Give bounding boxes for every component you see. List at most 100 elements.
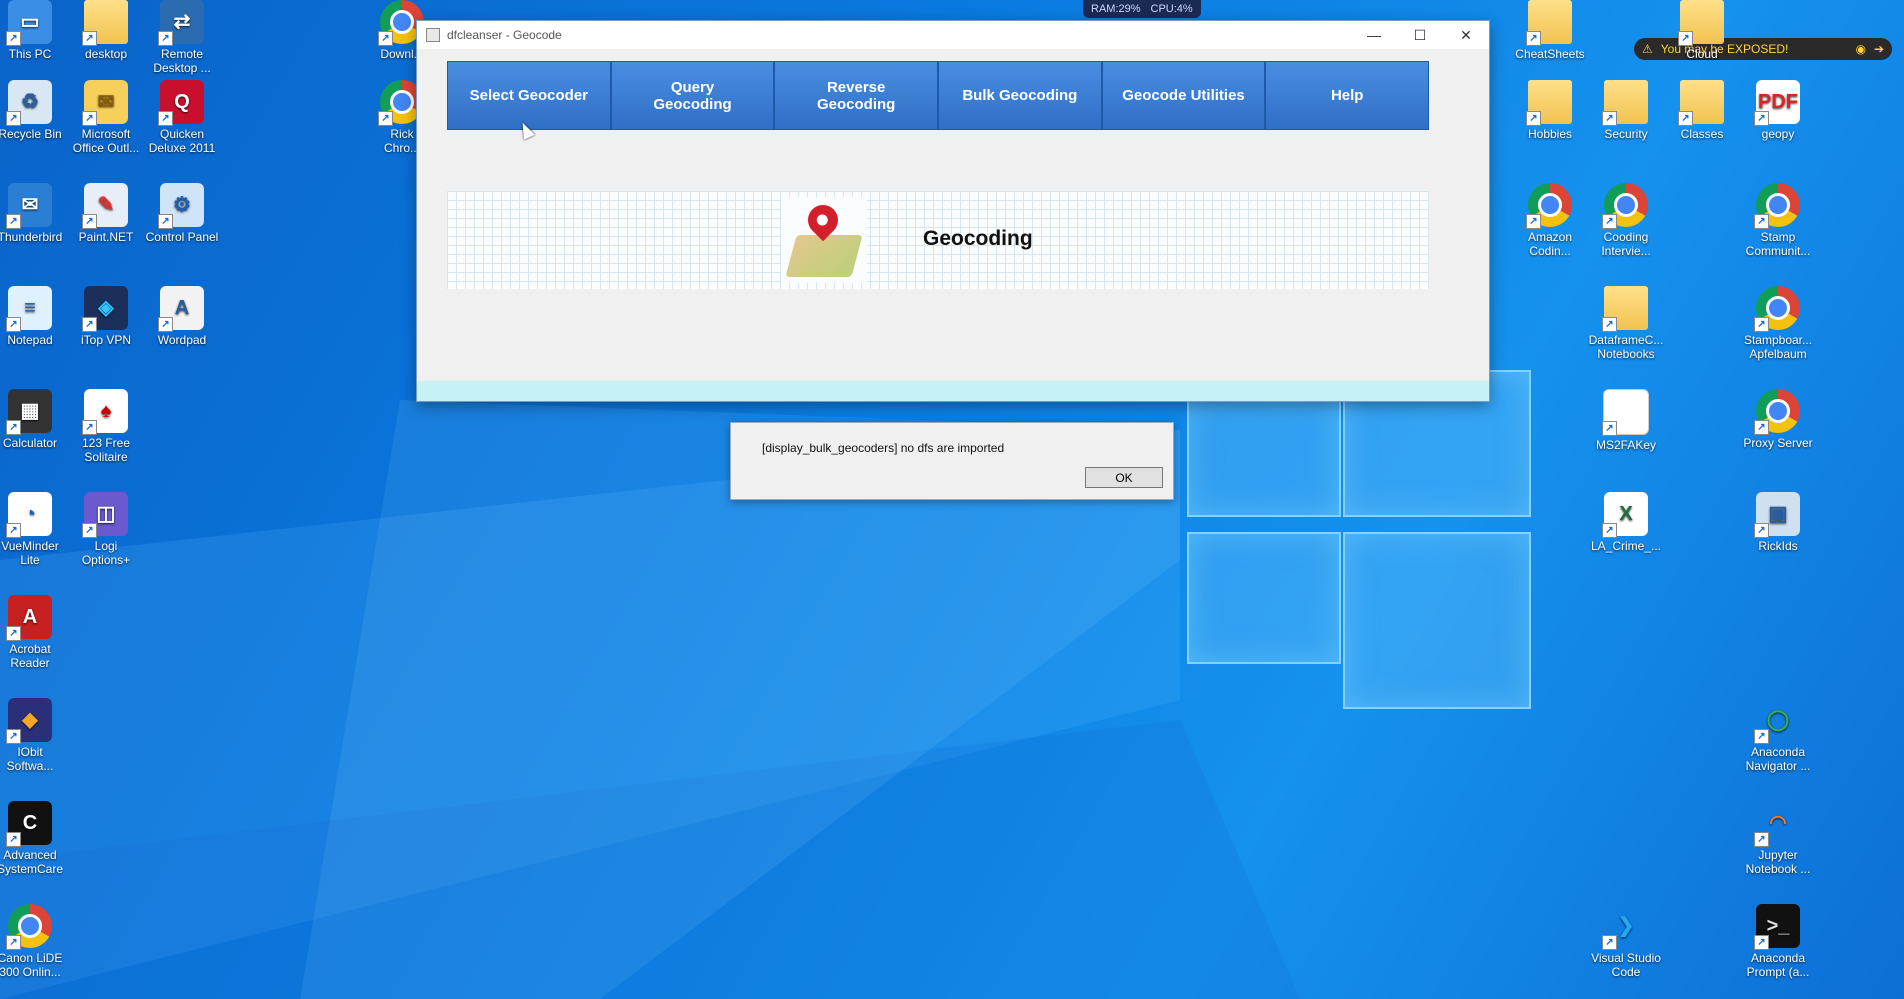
geocode-window: dfcleanser - Geocode — ☐ ✕ Select Geocod… — [416, 20, 1490, 402]
desktop-left-shortcut[interactable]: ✉Thunderbird — [0, 183, 70, 244]
outlook-icon: ✉ — [82, 80, 128, 126]
geocode-utilities-button[interactable]: Geocode Utilities — [1101, 61, 1266, 130]
desktop-left-shortcut[interactable]: ≡Notepad — [0, 286, 70, 347]
toggle-icon[interactable]: ◉ — [1855, 42, 1865, 56]
desktop-left-shortcut[interactable]: ⇄Remote Desktop ... — [142, 0, 222, 75]
folder-icon — [82, 0, 128, 46]
desktop-right-shortcut[interactable]: Stampboar... Apfelbaum — [1738, 286, 1818, 361]
map-pin-icon — [781, 197, 867, 283]
desktop-right-shortcut[interactable]: Amazon Codin... — [1510, 183, 1590, 258]
desktop-left-shortcut[interactable]: ◔VueMinder Lite — [0, 492, 70, 567]
desktop-right-shortcut[interactable]: DataframeC... Notebooks — [1586, 286, 1666, 361]
desktop-icon-label: Proxy Server — [1743, 436, 1813, 450]
desktop-icon-label: Cloud — [1686, 47, 1718, 61]
cpu-readout: CPU:4% — [1150, 3, 1193, 15]
bulk-geocoding-button[interactable]: Bulk Geocoding — [938, 61, 1102, 130]
desktop-icon-label: Paint.NET — [78, 230, 134, 244]
remote-desktop-icon: ⇄ — [158, 0, 204, 46]
desktop-icon-label: Jupyter Notebook ... — [1745, 848, 1811, 876]
ok-button[interactable]: OK — [1085, 467, 1163, 488]
calculator-icon: ▦ — [6, 389, 52, 435]
query-geocoding-button[interactable]: Query Geocoding — [610, 61, 775, 130]
desktop-right-shortcut[interactable]: MS2FAKey — [1586, 389, 1666, 452]
desktop-right-shortcut[interactable]: Stamp Communit... — [1738, 183, 1818, 258]
desktop-right-shortcut[interactable]: Hobbies — [1510, 80, 1590, 141]
desktop-left-shortcut[interactable]: ▭This PC — [0, 0, 70, 61]
desktop-left-shortcut[interactable]: AAcrobat Reader — [0, 595, 70, 670]
terminal-icon: >_ — [1754, 904, 1800, 950]
desktop-icon-label: desktop — [84, 47, 128, 61]
desktop-left-shortcut[interactable]: ◆IObit Softwa... — [0, 698, 70, 773]
arrow-icon[interactable]: ➔ — [1874, 42, 1884, 56]
desktop-icon-label: Anaconda Prompt (a... — [1746, 951, 1810, 979]
banner-heading: Geocoding — [923, 227, 1033, 250]
ram-readout: RAM:29% — [1091, 3, 1141, 15]
desktop-left-shortcut[interactable]: CAdvanced SystemCare — [0, 801, 70, 876]
desktop-left-shortcut[interactable]: ✉Microsoft Office Outl... — [66, 80, 146, 155]
document-icon — [1602, 389, 1649, 436]
desktop-icon-label: Microsoft Office Outl... — [72, 127, 140, 155]
desktop-icon-label: MS2FAKey — [1595, 438, 1657, 452]
desktop-icon-label: Remote Desktop ... — [153, 47, 211, 75]
folder-icon — [1526, 80, 1572, 126]
desktop-left-shortcut[interactable]: ⚙Control Panel — [142, 183, 222, 244]
desktop-icon-label: Hobbies — [1527, 127, 1573, 141]
desktop-icon-label: Security — [1604, 127, 1648, 141]
desktop-icon-label: LA_Crime_... — [1590, 539, 1662, 553]
desktop-icon-label: This PC — [8, 47, 52, 61]
vueminder-icon: ◔ — [6, 492, 52, 538]
desktop-right-shortcut[interactable]: ▣RickIds — [1738, 492, 1818, 553]
paintnet-icon: ✎ — [82, 183, 128, 229]
desktop-icon-label: Recycle Bin — [0, 127, 62, 141]
vpn-icon: ◈ — [82, 286, 128, 332]
desktop-right-shortcut[interactable]: Classes — [1662, 80, 1742, 141]
maximize-icon[interactable]: ☐ — [1397, 21, 1443, 49]
desktop-icon-label: Calculator — [2, 436, 58, 450]
system-monitor-widget[interactable]: RAM:29% CPU:4% — [1083, 0, 1201, 18]
help-button[interactable]: Help — [1265, 61, 1430, 130]
desktop-right-shortcut[interactable]: ◯Anaconda Navigator ... — [1738, 698, 1818, 773]
quicken-icon: Q — [158, 80, 204, 126]
folder-icon — [1602, 80, 1648, 126]
dialog-message: [display_bulk_geocoders] no dfs are impo… — [762, 441, 1005, 455]
desktop-left-shortcut[interactable]: AWordpad — [142, 286, 222, 347]
desktop-icon-label: Thunderbird — [0, 230, 63, 244]
desktop-right-shortcut[interactable]: >_Anaconda Prompt (a... — [1738, 904, 1818, 979]
notepad-icon: ≡ — [6, 286, 52, 332]
minimize-icon[interactable]: — — [1351, 21, 1397, 49]
folder-icon — [1678, 0, 1724, 46]
desktop-left-shortcut[interactable]: desktop — [66, 0, 146, 61]
desktop-left-shortcut[interactable]: ▦Calculator — [0, 389, 70, 450]
excel-icon: X — [1602, 492, 1648, 538]
desktop-left-shortcut[interactable]: ♠123 Free Solitaire — [66, 389, 146, 464]
image-icon: ▣ — [1754, 492, 1800, 538]
title-bar[interactable]: dfcleanser - Geocode — ☐ ✕ — [417, 21, 1489, 49]
desktop-right-shortcut[interactable]: ◠Jupyter Notebook ... — [1738, 801, 1818, 876]
folder-icon — [1602, 286, 1648, 332]
desktop-right-shortcut[interactable]: PDFgeopy — [1738, 80, 1818, 141]
desktop-right-shortcut[interactable]: XLA_Crime_... — [1586, 492, 1666, 553]
desktop-right-shortcut[interactable]: ❯Visual Studio Code — [1586, 904, 1666, 979]
windows-logo — [1187, 350, 1532, 709]
desktop-left-shortcut[interactable]: ◫Logi Options+ — [66, 492, 146, 567]
desktop-right-shortcut[interactable]: Cooding Intervie... — [1586, 183, 1666, 258]
desktop-right-shortcut[interactable]: Cloud — [1662, 0, 1742, 61]
desktop-right-shortcut[interactable]: Security — [1586, 80, 1666, 141]
desktop-icon-label: RickIds — [1758, 539, 1798, 553]
desktop-icon-label: geopy — [1761, 127, 1795, 141]
jupyter-icon: ◠ — [1754, 801, 1800, 847]
desktop-left-shortcut[interactable]: ◈iTop VPN — [66, 286, 146, 347]
desktop-icon-label: iTop VPN — [80, 333, 132, 347]
desktop-left-shortcut[interactable]: ✎Paint.NET — [66, 183, 146, 244]
select-geocoder-button[interactable]: Select Geocoder — [447, 61, 611, 130]
desktop-icon-label: Advanced SystemCare — [0, 848, 64, 876]
reverse-geocoding-button[interactable]: Reverse Geocoding — [774, 61, 939, 130]
acrobat-icon: A — [6, 595, 52, 641]
desktop-right-shortcut[interactable]: CheatSheets — [1510, 0, 1590, 61]
folder-icon — [1678, 80, 1724, 126]
desktop-left-shortcut[interactable]: Canon LiDE 300 Onlin... — [0, 904, 70, 979]
desktop-left-shortcut[interactable]: QQuicken Deluxe 2011 — [142, 80, 222, 155]
desktop-left-shortcut[interactable]: ♻Recycle Bin — [0, 80, 70, 141]
desktop-right-shortcut[interactable]: Proxy Server — [1738, 389, 1818, 450]
close-icon[interactable]: ✕ — [1443, 21, 1489, 49]
